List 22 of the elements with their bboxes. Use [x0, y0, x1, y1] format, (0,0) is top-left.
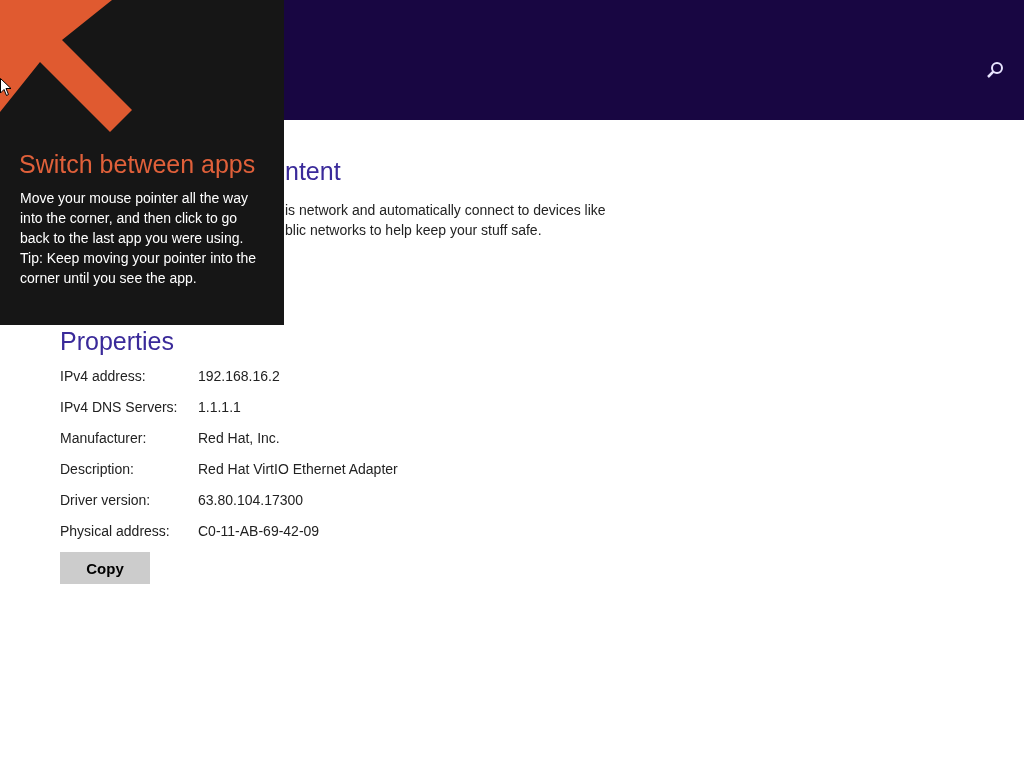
tip-title: Switch between apps	[19, 149, 256, 180]
properties-heading: Properties	[60, 326, 174, 356]
property-label: Manufacturer:	[60, 429, 148, 446]
tip-text: Tip: Keep moving your pointer into the corner until you see the app.	[20, 249, 258, 288]
property-label: Physical address:	[60, 522, 171, 539]
arrow-icon	[0, 0, 134, 134]
property-label: Description:	[60, 460, 135, 477]
copy-button[interactable]: Copy	[60, 552, 150, 584]
property-value: 63.80.104.17300	[198, 491, 304, 508]
property-value: 192.168.16.2	[198, 367, 280, 384]
property-value: Red Hat, Inc.	[198, 429, 280, 446]
mouse-pointer-icon	[0, 78, 12, 97]
section-description: is network and automatically connect to devices like blic networks to help keep your stuff safe.	[285, 201, 606, 240]
property-label: Driver version:	[60, 491, 152, 508]
search-button[interactable]	[986, 61, 1004, 79]
tip-text: Move your mouse pointer all the way into the corner, and then click to go back to the last app you were using.	[20, 189, 249, 248]
property-value: Red Hat VirtIO Ethernet Adapter	[198, 460, 398, 477]
property-value: C0-11-AB-69-42-09	[198, 522, 320, 539]
property-label: IPv4 DNS Servers:	[60, 398, 179, 415]
section-heading: ntent	[285, 156, 341, 186]
property-value: 1.1.1.1	[198, 398, 241, 415]
property-label: IPv4 address:	[60, 367, 147, 384]
